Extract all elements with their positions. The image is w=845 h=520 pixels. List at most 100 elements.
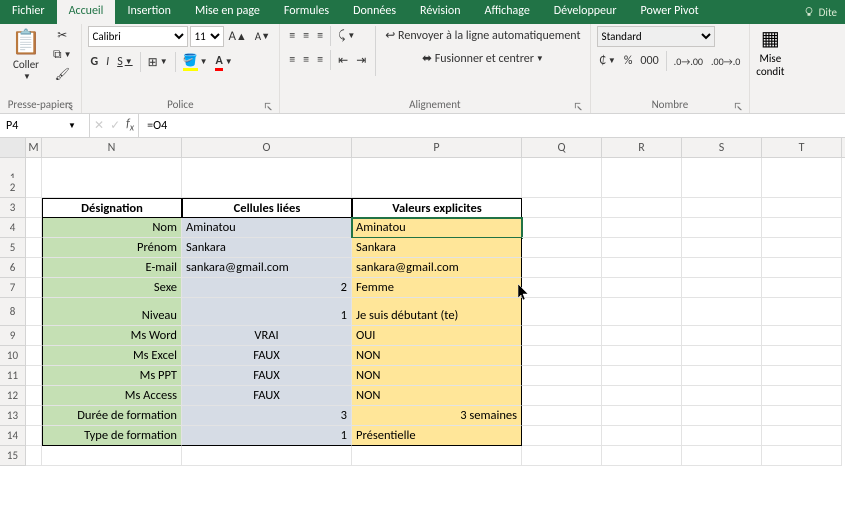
tab-affichage[interactable]: Affichage (473, 0, 542, 24)
chevron-down-icon[interactable]: ▼ (68, 121, 76, 131)
align-right-button[interactable]: ≡ (314, 51, 326, 69)
comma-button[interactable]: 000 (637, 52, 661, 70)
cell[interactable]: NON (352, 346, 522, 366)
row-header[interactable]: 10 (0, 346, 26, 366)
tab-accueil[interactable]: Accueil (57, 0, 116, 24)
italic-button[interactable]: I (103, 53, 112, 71)
row-header[interactable]: 5 (0, 238, 26, 258)
row-header[interactable]: 7 (0, 278, 26, 298)
cell[interactable]: Sankara (182, 238, 352, 258)
cut-button[interactable]: ✂ (50, 26, 75, 45)
align-top-button[interactable]: ≡ (286, 27, 298, 45)
row-header[interactable]: 9 (0, 326, 26, 346)
dialog-launcher-icon[interactable] (65, 101, 75, 111)
cell[interactable]: Prénom (42, 238, 182, 258)
cell[interactable]: Valeurs explicites (352, 198, 522, 218)
tab-fichier[interactable]: Fichier (0, 0, 57, 24)
underline-button[interactable]: S▼ (114, 53, 135, 71)
format-painter-button[interactable]: 🖌 (50, 65, 75, 84)
tab-mise-en-page[interactable]: Mise en page (183, 0, 272, 24)
increase-indent-button[interactable]: ⇥ (353, 51, 369, 70)
cell[interactable]: Niveau (42, 298, 182, 326)
cell[interactable]: FAUX (182, 386, 352, 406)
align-left-button[interactable]: ≡ (286, 51, 298, 69)
tab-donnees[interactable]: Données (341, 0, 408, 24)
cell[interactable]: Ms Excel (42, 346, 182, 366)
cell[interactable]: NON (352, 386, 522, 406)
row-header[interactable]: 11 (0, 366, 26, 386)
increase-font-button[interactable]: A▲ (226, 27, 250, 46)
cell[interactable]: Je suis débutant (te) (352, 298, 522, 326)
enter-icon[interactable]: ✓ (110, 118, 120, 133)
cell[interactable]: Femme (352, 278, 522, 298)
row-header[interactable]: 15 (0, 446, 26, 466)
orientation-button[interactable]: ⤹▼ (335, 27, 358, 45)
conditional-format-icon[interactable]: ▦ (761, 26, 780, 51)
cell[interactable]: Aminatou (182, 218, 352, 238)
fill-color-button[interactable]: 🪣▼ (180, 51, 211, 73)
copy-button[interactable]: ⧉▼ (50, 46, 75, 64)
row-header[interactable]: 14 (0, 426, 26, 446)
formula-input[interactable] (147, 119, 837, 133)
dialog-launcher-icon[interactable] (263, 101, 273, 111)
tab-insertion[interactable]: Insertion (115, 0, 183, 24)
col-header-S[interactable]: S (682, 138, 762, 157)
decrease-indent-button[interactable]: ⇤ (335, 51, 351, 70)
cell[interactable]: 1 (182, 298, 352, 326)
percent-button[interactable]: % (621, 52, 636, 70)
dialog-launcher-icon[interactable] (733, 101, 743, 111)
cell[interactable]: 3 semaines (352, 406, 522, 426)
col-header-N[interactable]: N (42, 138, 182, 157)
number-format-select[interactable]: Standard (597, 26, 715, 47)
cancel-icon[interactable]: ✕ (94, 118, 104, 133)
decrease-font-button[interactable]: A▼ (252, 28, 273, 45)
cell[interactable]: FAUX (182, 346, 352, 366)
cell[interactable]: Présentielle (352, 426, 522, 446)
cell[interactable]: Nom (42, 218, 182, 238)
borders-button[interactable]: ⊞▼ (145, 53, 171, 72)
col-header-P[interactable]: P (352, 138, 522, 157)
cell[interactable]: 3 (182, 406, 352, 426)
cell[interactable]: Désignation (42, 198, 182, 218)
merge-center-button[interactable]: ⬌ Fusionner et centrer▼ (382, 49, 583, 68)
cell[interactable]: FAUX (182, 366, 352, 386)
decrease-decimal-button[interactable]: .00→.0 (708, 53, 743, 70)
row-header[interactable]: 2 (0, 178, 26, 198)
col-header-T[interactable]: T (762, 138, 842, 157)
fx-icon[interactable]: fx (126, 117, 134, 133)
dialog-launcher-icon[interactable] (574, 101, 584, 111)
name-box[interactable]: ▼ (0, 114, 90, 137)
row-header[interactable]: 13 (0, 406, 26, 426)
tab-formules[interactable]: Formules (272, 0, 341, 24)
select-all-corner[interactable] (0, 138, 26, 157)
row-header[interactable]: 6 (0, 258, 26, 278)
paste-button[interactable]: 📋 Coller ▼ (6, 26, 46, 84)
cell[interactable]: Type de formation (42, 426, 182, 446)
name-box-input[interactable] (6, 119, 66, 133)
row-header[interactable]: 4 (0, 218, 26, 238)
accounting-button[interactable]: ₵▼ (597, 52, 619, 70)
bold-button[interactable]: G (88, 53, 102, 71)
tab-revision[interactable]: Révision (408, 0, 472, 24)
row-header[interactable]: 3 (0, 198, 26, 218)
tab-power-pivot[interactable]: Power Pivot (629, 0, 711, 24)
cell[interactable]: 1 (182, 426, 352, 446)
cell-selected[interactable]: Aminatou (352, 218, 522, 238)
cell[interactable]: 2 (182, 278, 352, 298)
cell[interactable]: VRAI (182, 326, 352, 346)
cell[interactable]: Ms Word (42, 326, 182, 346)
col-header-M[interactable]: M (26, 138, 42, 157)
tab-developpeur[interactable]: Développeur (542, 0, 629, 24)
col-header-Q[interactable]: Q (522, 138, 602, 157)
cell[interactable]: sankara@gmail.com (352, 258, 522, 278)
cell[interactable]: E-mail (42, 258, 182, 278)
worksheet-grid[interactable]: M N O P Q R S T 1 2 3 DésignationCellules… (0, 138, 845, 466)
cell[interactable]: Ms Access (42, 386, 182, 406)
align-bottom-button[interactable]: ≡ (314, 27, 326, 45)
align-center-button[interactable]: ≡ (300, 51, 312, 69)
cell[interactable]: sankara@gmail.com (182, 258, 352, 278)
col-header-O[interactable]: O (182, 138, 352, 157)
font-size-select[interactable]: 11 (190, 26, 224, 47)
cell[interactable]: Cellules liées (182, 198, 352, 218)
col-header-R[interactable]: R (602, 138, 682, 157)
